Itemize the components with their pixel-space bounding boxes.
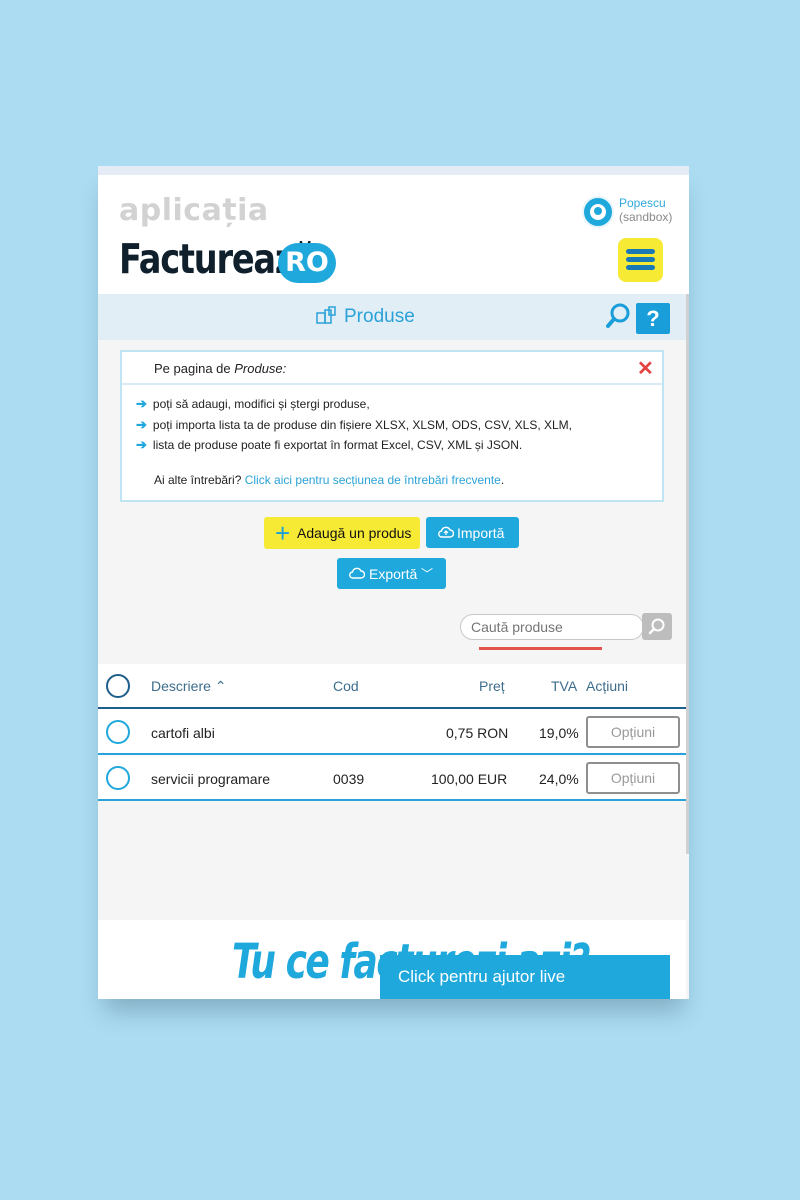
sort-asc-icon: ⌃ (214, 678, 227, 694)
info-title-emphasis: Produse: (234, 361, 287, 376)
info-title: Pe pagina de Produse: (154, 361, 287, 376)
power-icon[interactable] (582, 196, 614, 228)
faq-link[interactable]: Click aici pentru secțiunea de întrebări… (245, 473, 501, 487)
chevron-down-icon: ﹀ (421, 567, 434, 581)
header-actions: Acțiuni (586, 678, 629, 694)
logo-subtitle: aplicația (119, 193, 269, 228)
row-divider (98, 753, 686, 755)
header-code[interactable]: Cod (333, 678, 359, 694)
row-price: 100,00 EUR (431, 771, 508, 787)
row-vat: 19,0% (539, 725, 579, 741)
arrow-right-icon: ➔ (136, 396, 147, 411)
top-strip (98, 166, 689, 175)
menu-button[interactable] (618, 238, 663, 282)
header-divider (98, 707, 686, 709)
live-help-button[interactable]: Click pentru ajutor live (380, 955, 670, 999)
header-price[interactable]: Preț (479, 678, 505, 694)
add-product-button[interactable]: + Adaugă un produs (264, 517, 420, 549)
header-description[interactable]: Descriere ⌃ (151, 678, 227, 695)
options-button[interactable]: Opțiuni (586, 716, 680, 748)
search-underline (479, 647, 602, 650)
row-description[interactable]: servicii programare (151, 771, 270, 787)
search-input[interactable] (460, 614, 644, 640)
row-select-radio[interactable] (106, 720, 130, 744)
info-line: ➔ lista de produse poate fi exportat în f… (136, 437, 523, 452)
close-icon[interactable]: ✕ (637, 356, 654, 381)
arrow-right-icon: ➔ (136, 417, 147, 432)
info-question: Ai alte întrebări? Click aici pentru sec… (154, 473, 505, 487)
row-select-radio[interactable] (106, 766, 130, 790)
cloud-icon (349, 567, 365, 579)
help-button[interactable]: ? (636, 303, 670, 334)
user-name[interactable]: Popescu (619, 196, 666, 210)
page-bar: Produse ? (98, 294, 689, 340)
search-icon (648, 618, 665, 635)
info-header: Pe pagina de Produse: ✕ (122, 352, 662, 385)
plus-icon: + (275, 518, 291, 548)
row-vat: 24,0% (539, 771, 579, 787)
scrollbar[interactable] (686, 294, 689, 854)
cloud-upload-icon (438, 526, 454, 538)
search-button[interactable] (642, 613, 672, 640)
logo-ro-badge: RO (278, 243, 336, 283)
row-divider (98, 799, 686, 801)
info-line: ➔ poți importa lista ta de produse din fi… (136, 417, 572, 432)
app-window: aplicația Facturează RO Popescu (sandbox… (98, 166, 689, 999)
row-price: 0,75 RON (446, 725, 509, 741)
header-vat[interactable]: TVA (551, 678, 577, 694)
footer: Tu ce facturezi azi? Click pentru ajutor… (98, 920, 686, 999)
select-all-radio[interactable] (106, 674, 130, 698)
arrow-right-icon: ➔ (136, 437, 147, 452)
products-table: Descriere ⌃ Cod Preț TVA Acțiuni cartofi… (98, 664, 686, 801)
options-button[interactable]: Opțiuni (586, 762, 680, 794)
products-icon (316, 306, 336, 324)
user-environment: (sandbox) (619, 210, 673, 224)
export-button[interactable]: Exportă ﹀ (337, 558, 446, 589)
header: aplicația Facturează RO Popescu (sandbox… (98, 175, 689, 294)
info-line: ➔ poți să adaugi, modifici și ștergi prod… (136, 396, 370, 411)
page-title: Produse (344, 306, 415, 327)
row-description[interactable]: cartofi albi (151, 725, 215, 741)
row-code: 0039 (333, 771, 365, 787)
search-icon[interactable] (606, 302, 632, 328)
import-button[interactable]: Importă (426, 517, 519, 548)
info-box: Pe pagina de Produse: ✕ ➔ poți să adaugi,… (120, 350, 664, 502)
